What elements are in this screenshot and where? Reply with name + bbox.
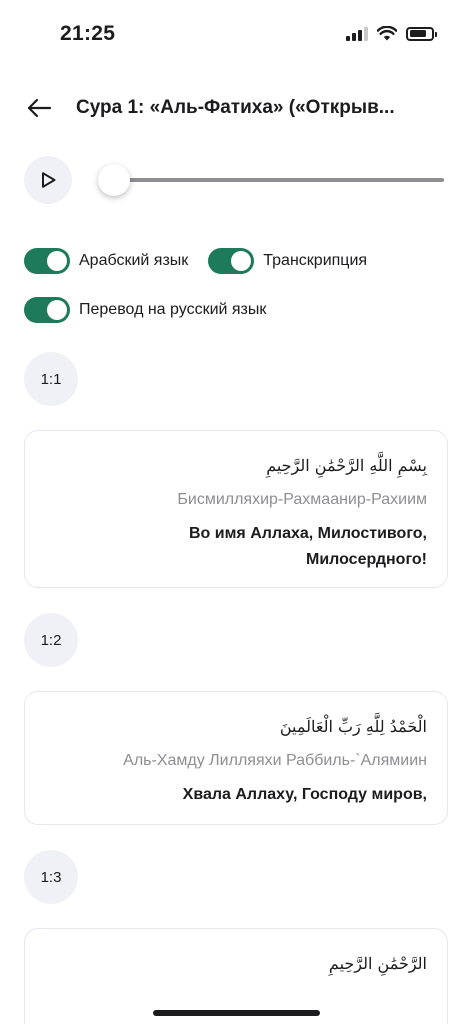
status-icons (346, 26, 437, 41)
verse-arabic-text: الْحَمْدُ لِلَّهِ رَبِّ الْعَالَمِينَ (279, 717, 427, 736)
toggle-switch[interactable] (24, 297, 70, 323)
verse-translation: Хвала Аллаху, Господу миров, (182, 786, 427, 803)
progress-thumb[interactable] (98, 164, 130, 196)
status-time: 21:25 (60, 22, 116, 45)
home-indicator[interactable] (153, 1010, 320, 1016)
audio-player (24, 156, 448, 204)
header: Сура 1: «Аль-Фатиха» («Открыв... (0, 88, 472, 128)
battery-icon (406, 26, 437, 41)
toggle-arabic[interactable]: Арабский язык (24, 248, 188, 274)
play-icon (42, 172, 56, 188)
verse-number-badge[interactable]: 1:3 (24, 850, 78, 904)
verse-card[interactable]: بِسْمِ اللَّهِ الرَّحْمَٰنِ الرَّحِيمِ Б… (24, 430, 448, 588)
toggle-russian-translation[interactable]: Перевод на русский язык (24, 297, 266, 323)
back-button[interactable] (24, 94, 54, 122)
page-title: Сура 1: «Аль-Фатиха» («Открыв... (76, 97, 395, 118)
verse-number-badge[interactable]: 1:1 (24, 352, 78, 406)
toggle-label: Транскрипция (263, 252, 368, 269)
verse-card[interactable]: الْحَمْدُ لِلَّهِ رَبِّ الْعَالَمِينَ Ал… (24, 691, 448, 825)
toggle-label: Перевод на русский язык (79, 301, 267, 318)
display-options: Арабский язык Транскрипция Перевод на ру… (24, 248, 454, 346)
verse-translation: Во имя Аллаха, Милостивого, Милосердного… (188, 525, 427, 568)
toggle-switch[interactable] (24, 248, 70, 274)
toggle-label: Арабский язык (79, 252, 189, 269)
verse-arabic-text: الرَّحْمَٰنِ الرَّحِيمِ (328, 954, 427, 973)
progress-track[interactable] (114, 178, 444, 182)
toggle-switch[interactable] (208, 248, 255, 274)
status-bar: 21:25 (0, 0, 472, 60)
verse-transliteration: Бисмилляхир-Рахмаанир-Рахиим (177, 491, 427, 508)
verse-number-badge[interactable]: 1:2 (24, 613, 78, 667)
verse-transliteration: Аль-Хамду Лилляяхи Раббиль-`Алямиин (123, 752, 427, 769)
play-button[interactable] (24, 156, 72, 204)
toggle-transcription[interactable]: Транскрипция (208, 248, 367, 274)
verse-arabic-text: بِسْمِ اللَّهِ الرَّحْمَٰنِ الرَّحِيمِ (266, 456, 427, 475)
cellular-signal-icon (346, 26, 368, 41)
arrow-left-icon (27, 98, 52, 118)
wifi-icon (377, 26, 397, 41)
